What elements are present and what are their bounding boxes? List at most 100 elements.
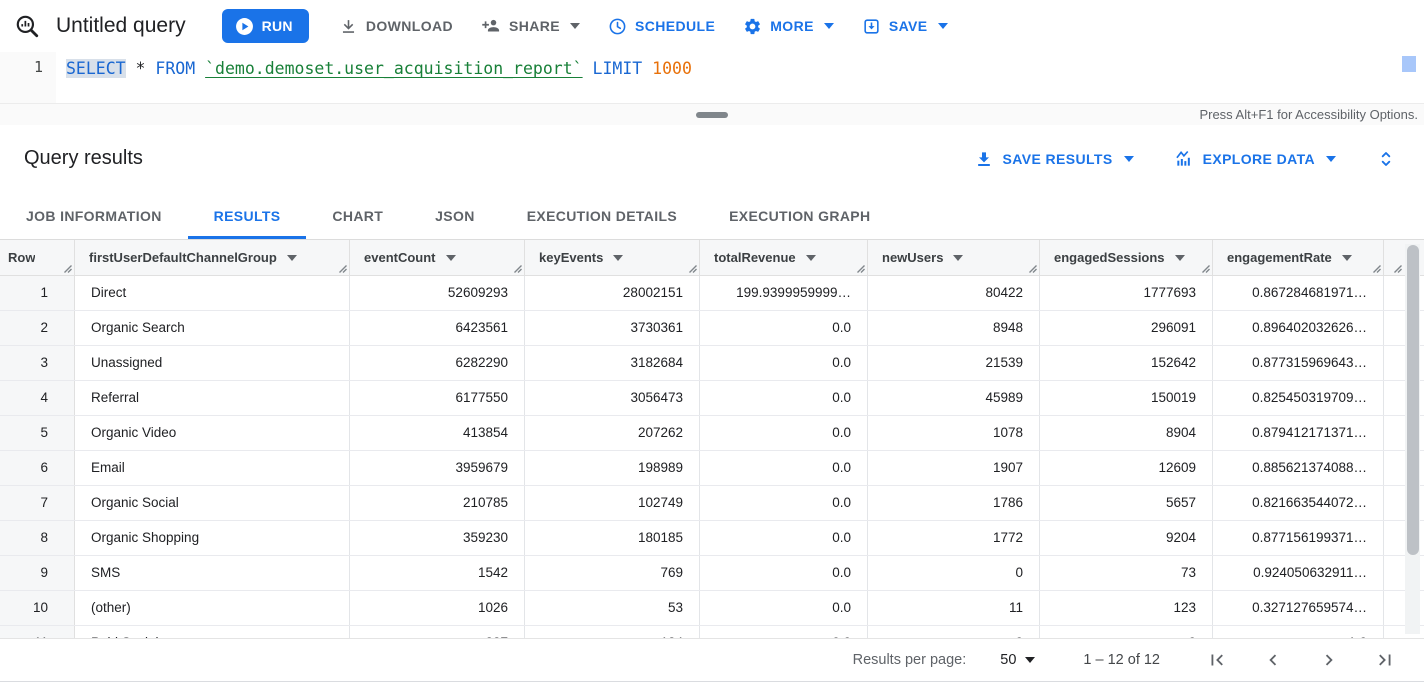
collapse-results-button[interactable] bbox=[1376, 148, 1396, 170]
row-number-cell: 5 bbox=[0, 416, 75, 450]
query-icon bbox=[14, 13, 40, 39]
column-header-eventCount[interactable]: eventCount bbox=[350, 240, 525, 275]
column-resize-handle[interactable] bbox=[1393, 264, 1402, 273]
sql-token: LIMIT bbox=[593, 59, 643, 78]
column-header-newUsers[interactable]: newUsers bbox=[868, 240, 1040, 275]
editor-scrollbar-thumb[interactable] bbox=[1402, 56, 1416, 72]
column-sort-icon[interactable] bbox=[953, 255, 963, 261]
download-icon bbox=[339, 17, 358, 36]
column-header-engagedSessions[interactable]: engagedSessions bbox=[1040, 240, 1213, 275]
table-cell: 0.0 bbox=[700, 381, 868, 415]
page-range: 1 – 12 of 12 bbox=[1083, 652, 1160, 668]
table-cell: 296091 bbox=[1040, 311, 1213, 345]
table-cell: 0 bbox=[868, 626, 1040, 638]
column-header-totalRevenue[interactable]: totalRevenue bbox=[700, 240, 868, 275]
tab-execution-graph[interactable]: EXECUTION GRAPH bbox=[703, 192, 896, 239]
tab-execution-details[interactable]: EXECUTION DETAILS bbox=[501, 192, 703, 239]
splitter-handle[interactable] bbox=[696, 112, 728, 118]
tab-results[interactable]: RESULTS bbox=[188, 192, 307, 239]
table-row: 11Paid Social3371340.0001.0 bbox=[0, 626, 1424, 638]
run-button[interactable]: RUN bbox=[222, 9, 309, 43]
table-cell: 102749 bbox=[525, 486, 700, 520]
table-cell: 6177550 bbox=[350, 381, 525, 415]
table-cell: 0.924050632911… bbox=[1213, 556, 1384, 590]
column-resize-handle[interactable] bbox=[688, 264, 697, 273]
results-actions: SAVE RESULTS EXPLORE DATA bbox=[974, 148, 1396, 170]
previous-page-button[interactable] bbox=[1262, 649, 1284, 671]
table-header-row: RowfirstUserDefaultChannelGroupeventCoun… bbox=[0, 240, 1424, 276]
query-title[interactable]: Untitled query bbox=[56, 14, 186, 38]
unfold-chevrons-icon bbox=[1376, 148, 1396, 170]
query-results-title: Query results bbox=[24, 147, 143, 170]
gear-icon bbox=[743, 17, 762, 36]
column-sort-icon[interactable] bbox=[1175, 255, 1185, 261]
column-sort-icon[interactable] bbox=[613, 255, 623, 261]
column-resize-handle[interactable] bbox=[1028, 264, 1037, 273]
table-cell: Organic Video bbox=[75, 416, 350, 450]
sql-token bbox=[195, 59, 205, 78]
table-row: 3Unassigned628229031826840.0215391526420… bbox=[0, 346, 1424, 381]
table-cell: 73 bbox=[1040, 556, 1213, 590]
table-cell: 769 bbox=[525, 556, 700, 590]
table-cell: 1078 bbox=[868, 416, 1040, 450]
column-resize-handle[interactable] bbox=[1201, 264, 1210, 273]
table-cell: 1772 bbox=[868, 521, 1040, 555]
column-resize-handle[interactable] bbox=[513, 264, 522, 273]
column-sort-icon[interactable] bbox=[806, 255, 816, 261]
column-sort-icon[interactable] bbox=[1342, 255, 1352, 261]
save-results-button[interactable]: SAVE RESULTS bbox=[974, 149, 1134, 169]
table-body: 1Direct5260929328002151199.9399959999…80… bbox=[0, 276, 1424, 638]
column-header-label: eventCount bbox=[364, 250, 436, 265]
table-cell: 198989 bbox=[525, 451, 700, 485]
column-header-keyEvents[interactable]: keyEvents bbox=[525, 240, 700, 275]
chevron-down-icon bbox=[1326, 156, 1336, 162]
table-cell: 1907 bbox=[868, 451, 1040, 485]
sql-token: SELECT bbox=[66, 59, 126, 78]
save-button[interactable]: SAVE bbox=[848, 9, 962, 43]
table-cell: Direct bbox=[75, 276, 350, 310]
column-resize-handle[interactable] bbox=[856, 264, 865, 273]
table-cell: 337 bbox=[350, 626, 525, 638]
column-header-label: keyEvents bbox=[539, 250, 603, 265]
table-cell: 52609293 bbox=[350, 276, 525, 310]
more-button[interactable]: MORE bbox=[729, 9, 848, 43]
table-cell: 3056473 bbox=[525, 381, 700, 415]
table-scrollbar-thumb[interactable] bbox=[1407, 245, 1419, 555]
table-cell: 9204 bbox=[1040, 521, 1213, 555]
table-cell: 0.896402032626… bbox=[1213, 311, 1384, 345]
page-size-dropdown[interactable]: 50 bbox=[1000, 652, 1035, 668]
column-resize-handle[interactable] bbox=[1372, 264, 1381, 273]
tab-chart[interactable]: CHART bbox=[306, 192, 409, 239]
column-resize-handle[interactable] bbox=[338, 264, 347, 273]
table-cell: 8904 bbox=[1040, 416, 1213, 450]
table-cell: Referral bbox=[75, 381, 350, 415]
share-button-label: SHARE bbox=[509, 18, 560, 34]
tab-job-information[interactable]: JOB INFORMATION bbox=[0, 192, 188, 239]
query-results-header: Query results SAVE RESULTS EXPLORE DATA bbox=[0, 125, 1424, 192]
download-button[interactable]: DOWNLOAD bbox=[325, 9, 467, 43]
table-cell: 0.885621374088… bbox=[1213, 451, 1384, 485]
table-row: 8Organic Shopping3592301801850.017729204… bbox=[0, 521, 1424, 556]
first-page-button[interactable] bbox=[1206, 649, 1228, 671]
tab-json[interactable]: JSON bbox=[409, 192, 501, 239]
sql-table-link[interactable]: `demo.demoset.user_acquisition_report` bbox=[205, 59, 583, 78]
sql-editor: 1 SELECT * FROM `demo.demoset.user_acqui… bbox=[0, 52, 1424, 103]
column-header-firstUserDefaultChannelGroup[interactable]: firstUserDefaultChannelGroup bbox=[75, 240, 350, 275]
schedule-button[interactable]: SCHEDULE bbox=[594, 9, 729, 43]
column-header-engagementRate[interactable]: engagementRate bbox=[1213, 240, 1384, 275]
column-sort-icon[interactable] bbox=[287, 255, 297, 261]
table-cell: 11 bbox=[868, 591, 1040, 625]
table-cell: 1026 bbox=[350, 591, 525, 625]
explore-data-button[interactable]: EXPLORE DATA bbox=[1174, 149, 1336, 169]
column-sort-icon[interactable] bbox=[446, 255, 456, 261]
table-cell: 0.0 bbox=[700, 591, 868, 625]
column-resize-handle[interactable] bbox=[63, 264, 72, 273]
next-page-button[interactable] bbox=[1318, 649, 1340, 671]
table-vertical-scrollbar[interactable] bbox=[1405, 244, 1420, 634]
table-row: 2Organic Search642356137303610.089482960… bbox=[0, 311, 1424, 346]
table-cell: 0.0 bbox=[700, 416, 868, 450]
sql-code-line[interactable]: SELECT * FROM `demo.demoset.user_acquisi… bbox=[56, 52, 692, 103]
sql-token bbox=[583, 59, 593, 78]
last-page-button[interactable] bbox=[1374, 649, 1396, 671]
share-button[interactable]: SHARE bbox=[467, 9, 594, 43]
